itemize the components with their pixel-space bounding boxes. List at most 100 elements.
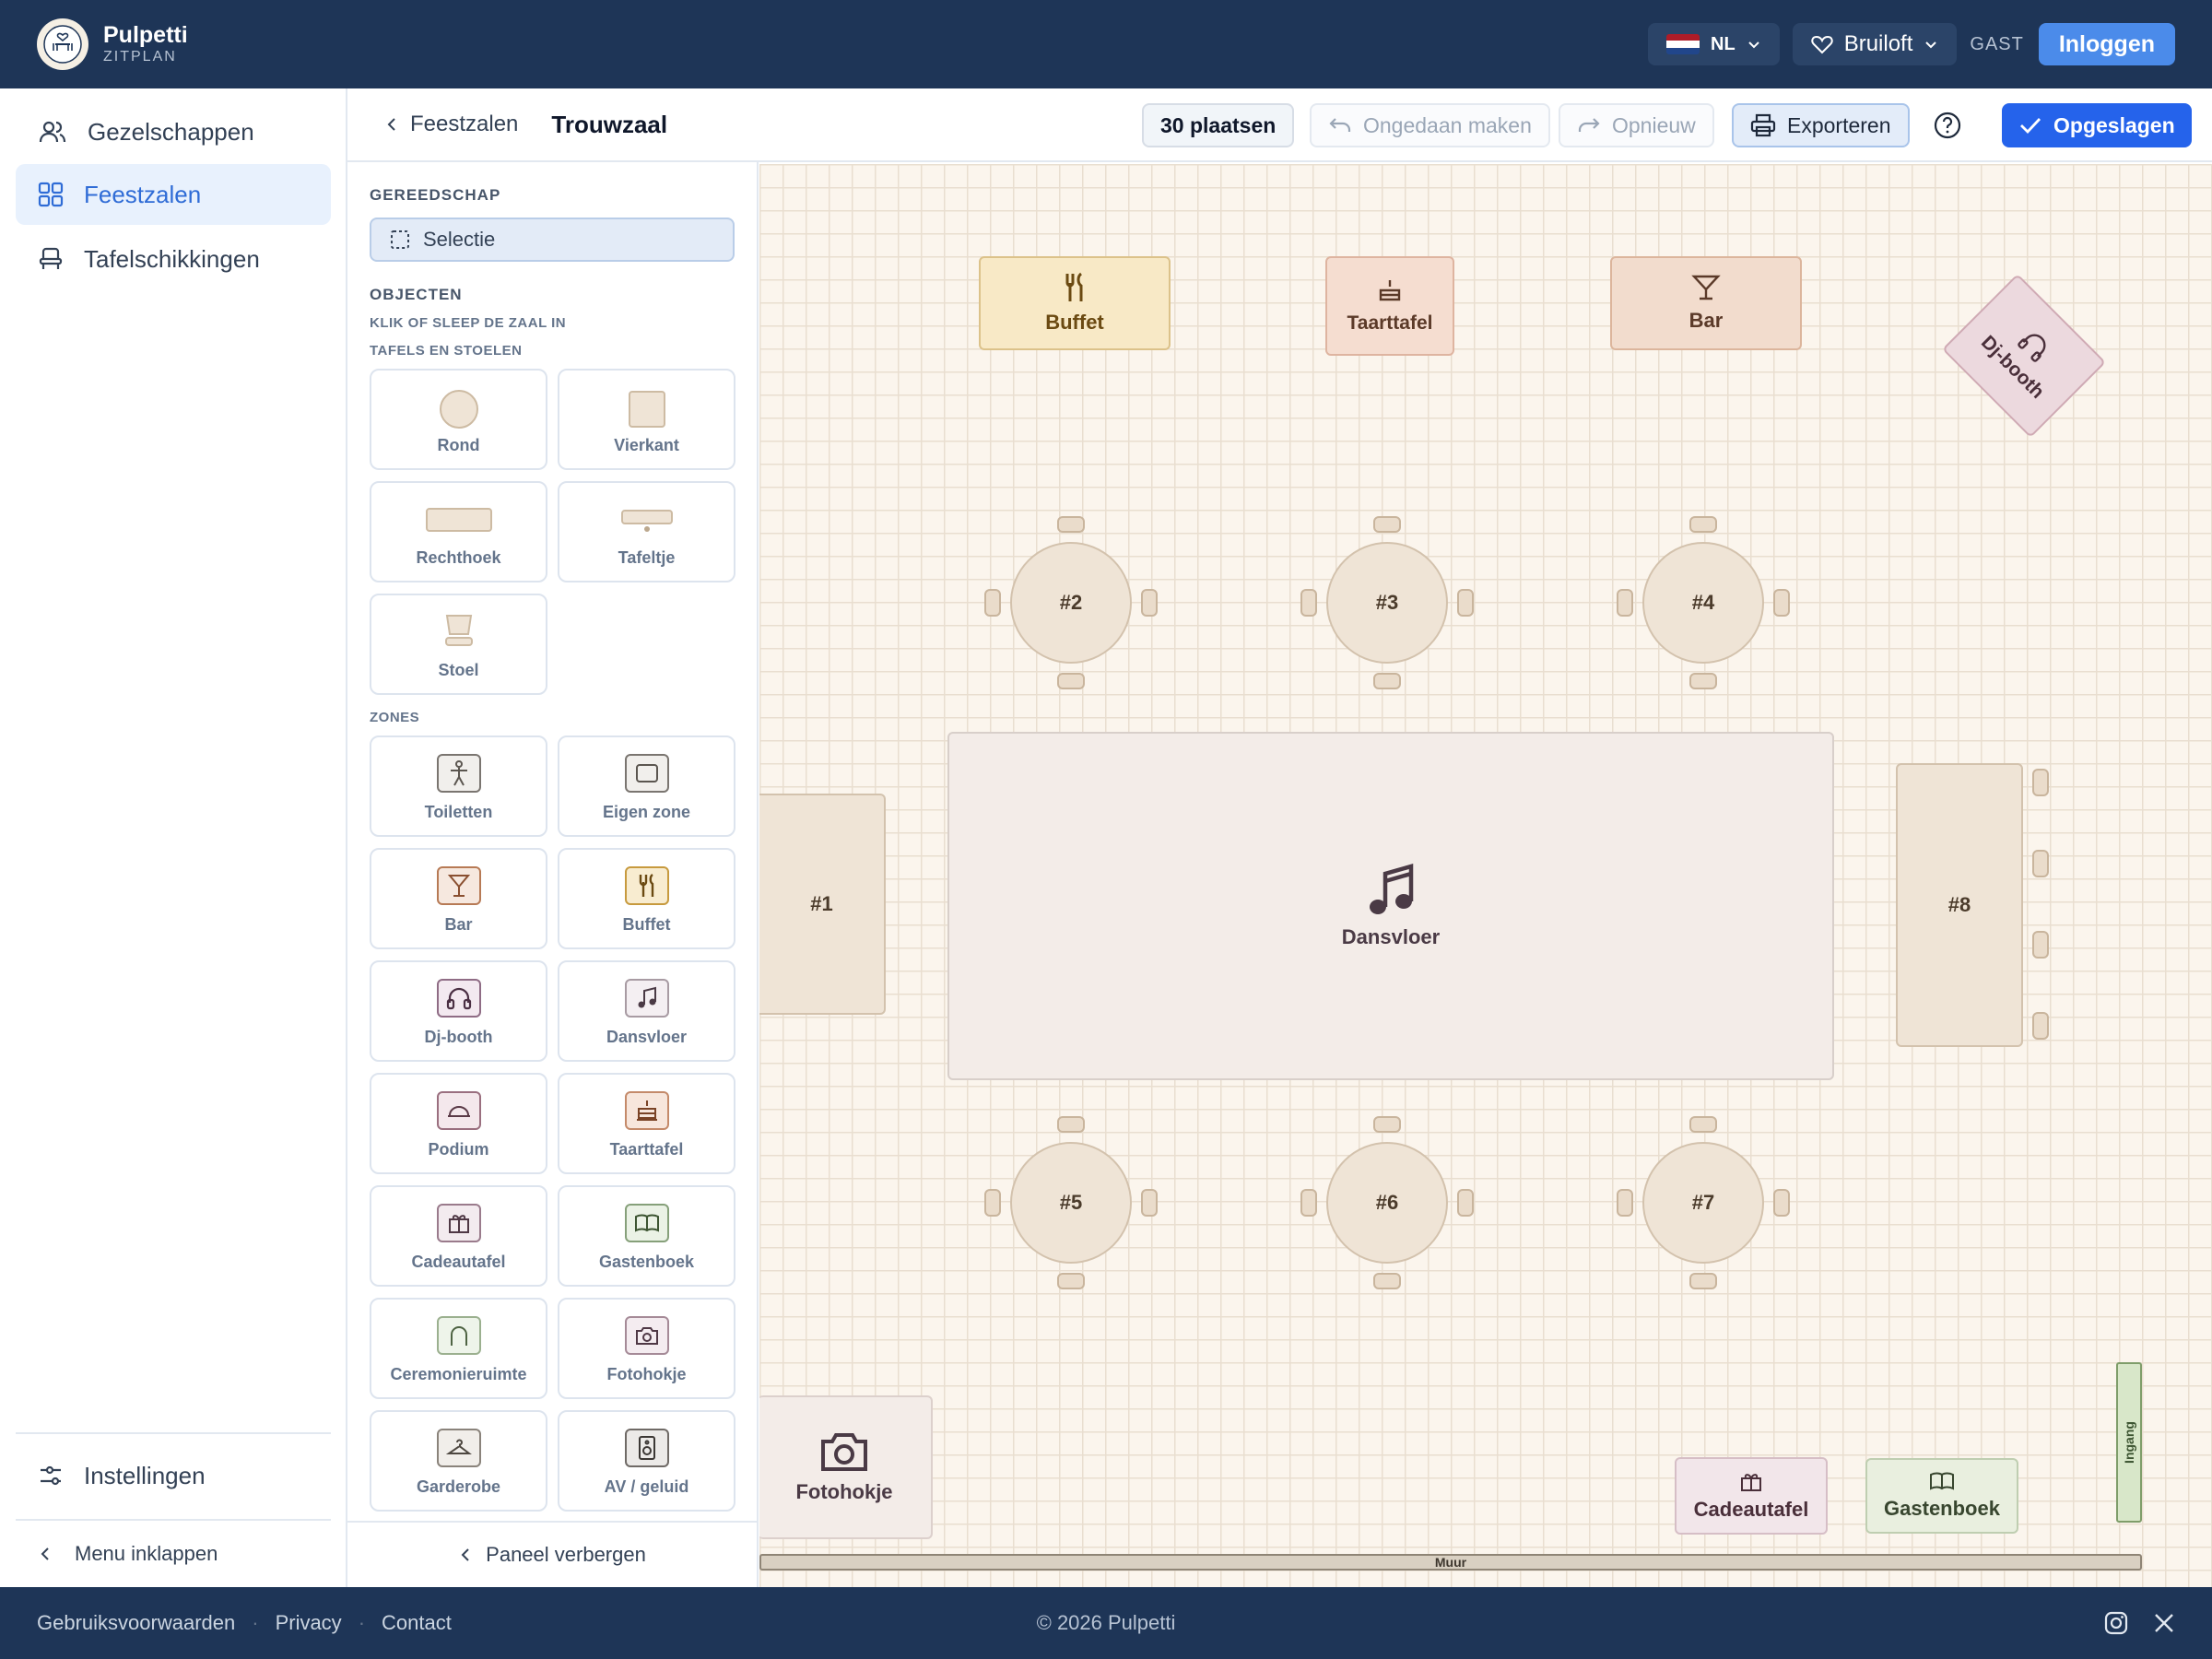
- chair[interactable]: [1617, 1189, 1633, 1217]
- tile-dance-floor[interactable]: Dansvloer: [558, 960, 735, 1062]
- x-twitter-icon[interactable]: [2153, 1612, 2175, 1634]
- chair[interactable]: [1373, 1116, 1401, 1133]
- chair[interactable]: [1057, 1273, 1085, 1289]
- zone-bar[interactable]: Bar: [1610, 256, 1802, 350]
- tile-bar[interactable]: Bar: [370, 848, 547, 949]
- wall[interactable]: Muur: [759, 1554, 2142, 1571]
- tile-av-sound[interactable]: AV / geluid: [558, 1410, 735, 1512]
- tile-label: Garderobe: [416, 1477, 501, 1496]
- export-button[interactable]: Exporteren: [1732, 103, 1910, 147]
- check-icon: [2020, 118, 2041, 135]
- tools-header: GEREEDSCHAP: [370, 186, 501, 204]
- login-button[interactable]: Inloggen: [2038, 23, 2175, 65]
- sidebar-item-tafelschikkingen[interactable]: Tafelschikkingen: [16, 229, 331, 289]
- separator: ·: [358, 1611, 366, 1634]
- tile-round-table[interactable]: Rond: [370, 369, 547, 470]
- tile-stage[interactable]: Podium: [370, 1073, 547, 1174]
- chair[interactable]: [1373, 673, 1401, 689]
- rectangle-table-8[interactable]: #8: [1896, 763, 2023, 1047]
- chair[interactable]: [1457, 589, 1474, 617]
- tile-small-table[interactable]: Tafeltje: [558, 481, 735, 582]
- tile-toilets[interactable]: Toiletten: [370, 735, 547, 837]
- contact-link[interactable]: Contact: [382, 1611, 452, 1635]
- zone-guestbook[interactable]: Gastenboek: [1865, 1458, 2018, 1534]
- undo-button[interactable]: Ongedaan maken: [1310, 103, 1550, 147]
- help-button[interactable]: [1933, 111, 1962, 140]
- tile-rectangle-table[interactable]: Rechthoek: [370, 481, 547, 582]
- breadcrumb-back[interactable]: Feestzalen: [384, 112, 518, 137]
- collapse-menu-button[interactable]: Menu inklappen: [16, 1528, 331, 1580]
- chair[interactable]: [1689, 516, 1717, 533]
- round-table-2[interactable]: #2: [1010, 542, 1132, 664]
- chair[interactable]: [1057, 516, 1085, 533]
- selection-tool-button[interactable]: Selectie: [370, 218, 735, 262]
- entrance-marker[interactable]: Ingang: [2116, 1362, 2142, 1523]
- zone-label: Cadeautafel: [1693, 1498, 1809, 1521]
- language-selector[interactable]: NL: [1648, 23, 1780, 65]
- tile-custom-zone[interactable]: Eigen zone: [558, 735, 735, 837]
- chair[interactable]: [1689, 1116, 1717, 1133]
- pulpetti-logo[interactable]: [37, 18, 88, 70]
- tile-ceremony[interactable]: Ceremonieruimte: [370, 1298, 547, 1399]
- editor-toolbar: Feestzalen Trouwzaal 30 plaatsen Ongedaa…: [347, 88, 2212, 162]
- tile-chair[interactable]: Stoel: [370, 594, 547, 695]
- chair[interactable]: [1773, 1189, 1790, 1217]
- round-table-7[interactable]: #7: [1642, 1142, 1764, 1264]
- chair[interactable]: [1773, 589, 1790, 617]
- chair[interactable]: [1057, 1116, 1085, 1133]
- saved-button[interactable]: Opgeslagen: [2002, 103, 2192, 147]
- chair[interactable]: [1057, 673, 1085, 689]
- tile-label: Toiletten: [424, 803, 493, 821]
- privacy-link[interactable]: Privacy: [276, 1611, 342, 1635]
- chair[interactable]: [984, 1189, 1001, 1217]
- chair[interactable]: [1373, 516, 1401, 533]
- rectangle-table-1[interactable]: #1: [759, 794, 886, 1015]
- round-table-6[interactable]: #6: [1326, 1142, 1448, 1264]
- instagram-icon[interactable]: [2103, 1610, 2129, 1636]
- tile-cake-table[interactable]: Taarttafel: [558, 1073, 735, 1174]
- round-table-3[interactable]: #3: [1326, 542, 1448, 664]
- redo-button[interactable]: Opnieuw: [1559, 103, 1714, 147]
- chair[interactable]: [2032, 931, 2049, 959]
- tile-photo-booth[interactable]: Fotohokje: [558, 1298, 735, 1399]
- sidebar-item-gezelschappen[interactable]: Gezelschappen: [16, 101, 331, 162]
- chair[interactable]: [2032, 850, 2049, 877]
- sidebar-item-feestzalen[interactable]: Feestzalen: [16, 164, 331, 225]
- zone-cake-table[interactable]: Taarttafel: [1325, 256, 1454, 356]
- zone-buffet[interactable]: Buffet: [979, 256, 1171, 350]
- tile-gift-table[interactable]: Cadeautafel: [370, 1185, 547, 1287]
- zone-gift-table[interactable]: Cadeautafel: [1675, 1457, 1828, 1535]
- chair[interactable]: [1373, 1273, 1401, 1289]
- chair[interactable]: [984, 589, 1001, 617]
- zone-label: Buffet: [1045, 311, 1104, 334]
- chair[interactable]: [1689, 673, 1717, 689]
- sliders-icon: [41, 1465, 61, 1486]
- round-table-5[interactable]: #5: [1010, 1142, 1132, 1264]
- tile-guestbook[interactable]: Gastenboek: [558, 1185, 735, 1287]
- zone-photo-booth[interactable]: Fotohokje: [759, 1395, 933, 1539]
- tile-dj-booth[interactable]: Dj-booth: [370, 960, 547, 1062]
- tile-square-table[interactable]: Vierkant: [558, 369, 735, 470]
- zone-dj-booth[interactable]: Dj-booth: [1941, 273, 2107, 439]
- floor-plan-canvas[interactable]: Buffet Taarttafel Bar Dj-booth #2 #3 #4 …: [759, 164, 2212, 1587]
- round-table-4[interactable]: #4: [1642, 542, 1764, 664]
- chair[interactable]: [1141, 1189, 1158, 1217]
- chair[interactable]: [2032, 769, 2049, 796]
- chair[interactable]: [1457, 1189, 1474, 1217]
- terms-link[interactable]: Gebruiksvoorwaarden: [37, 1611, 235, 1635]
- chair[interactable]: [1300, 1189, 1317, 1217]
- settings-button[interactable]: Instellingen: [16, 1445, 331, 1506]
- chair[interactable]: [1617, 589, 1633, 617]
- zone-dance-floor[interactable]: Dansvloer: [947, 732, 1834, 1080]
- event-selector[interactable]: Bruiloft: [1792, 23, 1958, 65]
- tile-buffet[interactable]: Buffet: [558, 848, 735, 949]
- tile-cloakroom[interactable]: Garderobe: [370, 1410, 547, 1512]
- chair[interactable]: [1689, 1273, 1717, 1289]
- chair[interactable]: [1141, 589, 1158, 617]
- chair[interactable]: [1300, 589, 1317, 617]
- hide-panel-button[interactable]: Paneel verbergen: [347, 1521, 757, 1587]
- chair-icon: [39, 247, 63, 269]
- chair[interactable]: [2032, 1012, 2049, 1040]
- tile-label: Tafeltje: [618, 548, 676, 567]
- tile-label: Buffet: [622, 915, 671, 934]
